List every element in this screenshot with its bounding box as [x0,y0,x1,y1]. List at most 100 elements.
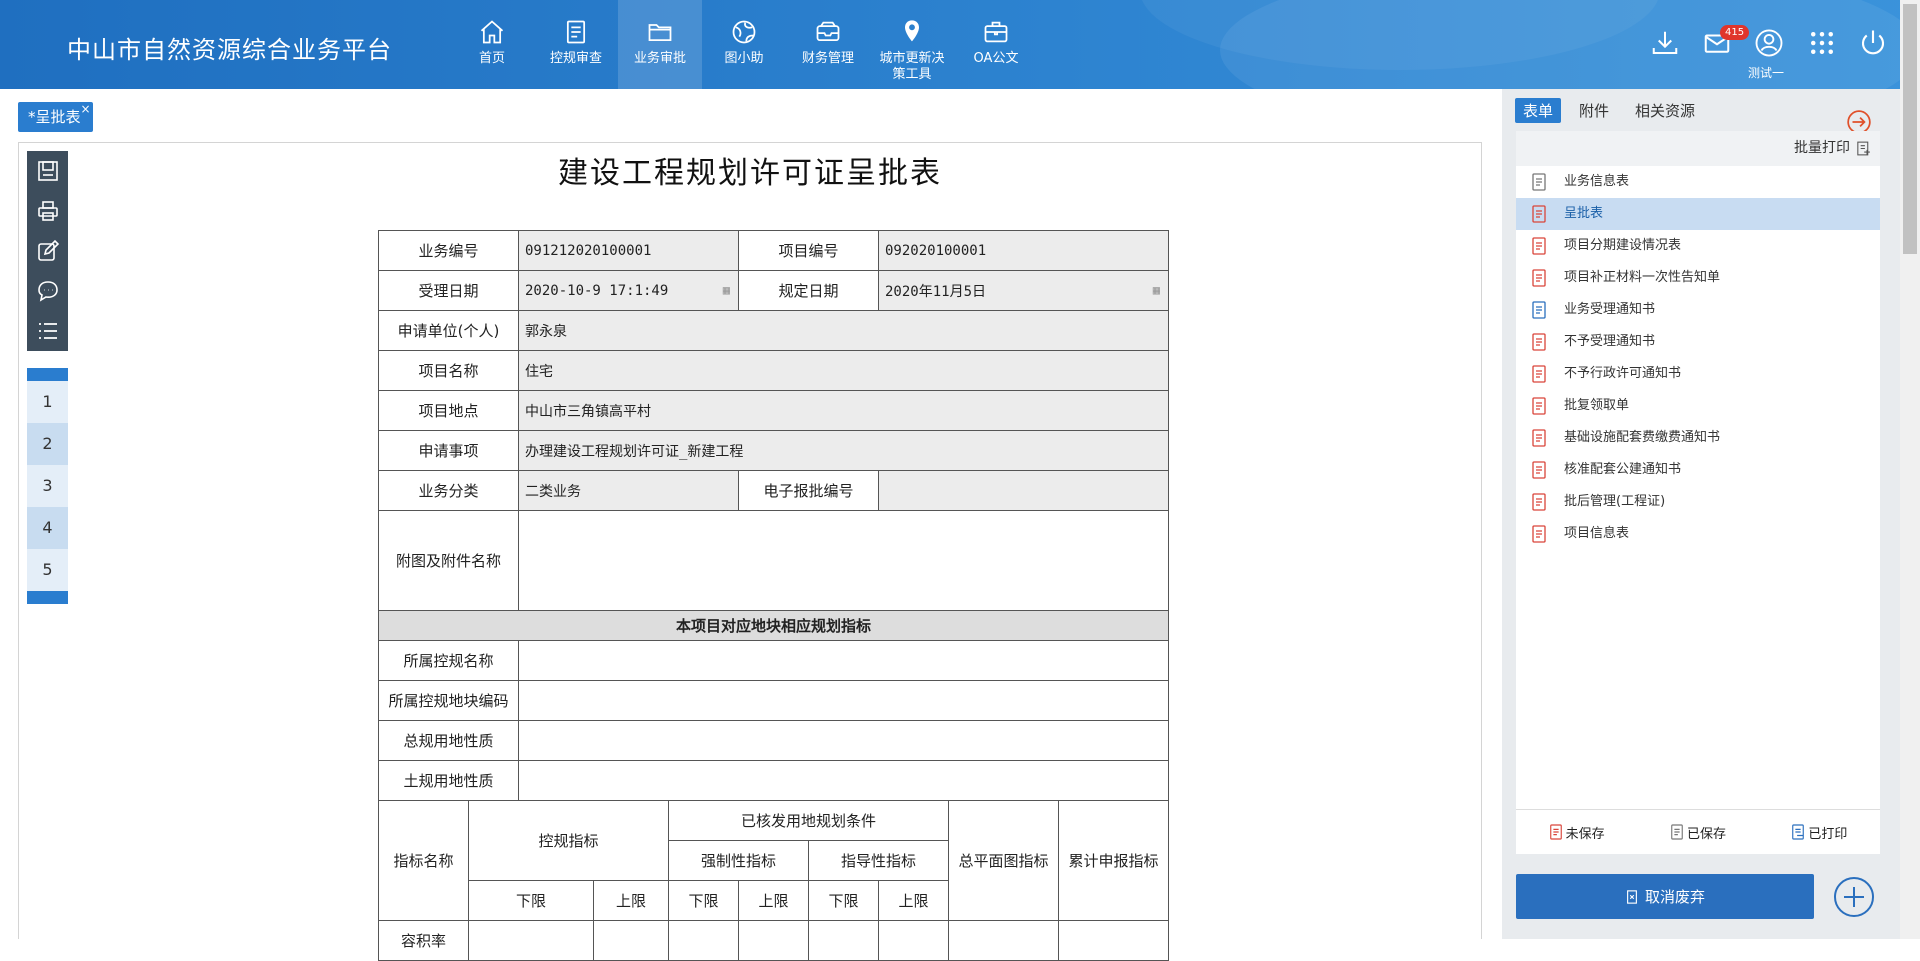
apps-button[interactable] [1807,28,1837,62]
unsaved-doc-icon [1532,397,1546,415]
unsaved-doc-icon [1532,269,1546,287]
top-header: 中山市自然资源综合业务平台 首页 控规审查 业务审批 图小助 财务管理 城市更新… [0,0,1920,89]
page-nav-bottom-bar [27,591,68,604]
cancel-discard-button[interactable]: 取消废弃 [1516,874,1814,919]
unsaved-doc-icon [1532,525,1546,543]
guidance-upper-header: 上限 [878,880,949,921]
form-list-item[interactable]: 业务信息表 [1516,166,1880,198]
form-list-item-label: 业务受理通知书 [1564,302,1656,317]
matter-field[interactable]: 办理建设工程规划许可证_新建工程 [518,430,1169,471]
form-list-item[interactable]: 项目补正材料一次性告知单 [1516,262,1880,294]
ctrl-plan-name-field[interactable] [518,640,1169,681]
form-list-item[interactable]: 呈批表 [1516,198,1880,230]
form-items: 业务信息表呈批表项目分期建设情况表项目补正材料一次性告知单业务受理通知书不予受理… [1516,166,1880,550]
business-no-field[interactable]: 091212020100001 [518,230,739,271]
form-list-item[interactable]: 基础设施配套费缴费通知书 [1516,422,1880,454]
far-ctrl-lower[interactable] [468,920,594,961]
nav-finance[interactable]: 财务管理 [786,0,870,89]
scrollbar-thumb[interactable] [1903,4,1917,254]
nav-label: 城市更新决 [879,51,945,66]
user-name: 测试一 [1748,66,1785,80]
nav-plan-review[interactable]: 控规审查 [534,0,618,89]
master-land-field[interactable] [518,720,1169,761]
nav-label: 图小助 [724,51,764,66]
page-number-4[interactable]: 4 [27,507,68,549]
due-date-field[interactable]: 2020年11月5日 [878,270,1169,311]
approval-form-table: 业务编号 091212020100001 项目编号 092020100001 受… [378,230,1169,961]
cancel-discard-label: 取消废弃 [1644,888,1705,906]
page-number-2[interactable]: 2 [27,423,68,465]
legend-printed-label: 已打印 [1808,826,1848,842]
form-list-item[interactable]: 业务受理通知书 [1516,294,1880,326]
page-number-5[interactable]: 5 [27,549,68,591]
master-land-label: 总规用地性质 [378,720,519,761]
nav-urban-renewal[interactable]: 城市更新决 策工具 [870,0,954,89]
form-list-item-label: 不予行政许可通知书 [1564,366,1682,381]
list-button[interactable] [27,311,68,351]
project-name-field[interactable]: 住宅 [518,350,1169,391]
form-list-item-label: 业务信息表 [1564,174,1630,189]
printer-icon [37,201,58,221]
comment-button[interactable] [27,271,68,311]
batch-print-button[interactable]: 批量打印 [1516,131,1880,166]
accept-date-field[interactable]: 2020-10-9 17:1:49 [518,270,739,311]
form-list-item[interactable]: 不予行政许可通知书 [1516,358,1880,390]
page-scrollbar[interactable] [1900,0,1920,939]
far-label: 容积率 [378,920,469,961]
far-site-plan[interactable] [948,920,1059,961]
far-guidance-lower[interactable] [808,920,879,961]
briefcase-icon [984,21,1008,43]
form-list-item[interactable]: 核准配套公建通知书 [1516,454,1880,486]
far-mandatory-lower[interactable] [668,920,739,961]
tab-close-icon[interactable]: × [80,94,90,124]
page-number-1[interactable]: 1 [27,381,68,423]
land-use-field[interactable] [518,760,1169,801]
form-list-item[interactable]: 项目信息表 [1516,518,1880,550]
nav-oa[interactable]: OA公文 [954,0,1038,89]
cancel-doc-icon [1627,889,1637,904]
ctrl-plot-code-label: 所属控规地块编码 [378,680,519,721]
far-cumulative[interactable] [1058,920,1169,961]
guidance-lower-header: 下限 [808,880,879,921]
applicant-label: 申请单位(个人) [378,310,519,351]
download-button[interactable] [1650,28,1680,62]
attachments-field[interactable] [518,510,1169,611]
logout-button[interactable] [1858,28,1888,62]
tab-related-resources[interactable]: 相关资源 [1627,98,1703,123]
legend-saved: 已保存 [1670,823,1726,842]
home-icon [480,20,504,44]
nav-business-approval[interactable]: 业务审批 [618,0,702,89]
far-mandatory-upper[interactable] [738,920,809,961]
status-legend: 未保存 已保存 已打印 [1516,809,1880,854]
legend-printed: 已打印 [1791,823,1847,842]
project-no-field[interactable]: 092020100001 [878,230,1169,271]
form-list-item-label: 项目分期建设情况表 [1564,238,1682,253]
tab-attachments[interactable]: 附件 [1571,98,1617,123]
user-icon [1755,29,1783,57]
add-circle-icon[interactable] [1833,876,1875,918]
unsaved-doc-icon [1532,237,1546,255]
category-field[interactable]: 二类业务 [518,470,739,511]
ctrl-lower-header: 下限 [468,880,594,921]
far-guidance-upper[interactable] [878,920,949,961]
e-no-field[interactable] [878,470,1169,511]
applicant-field[interactable]: 郭永泉 [518,310,1169,351]
page-number-3[interactable]: 3 [27,465,68,507]
tab-approval-form[interactable]: *呈批表 × [18,102,93,132]
location-field[interactable]: 中山市三角镇高平村 [518,390,1169,431]
nav-label: 首页 [478,51,505,66]
tab-forms[interactable]: 表单 [1515,98,1562,123]
user-button[interactable] [1754,28,1784,62]
edit-button[interactable] [27,231,68,271]
ctrl-plot-code-field[interactable] [518,680,1169,721]
form-list-item-label: 批复领取单 [1564,398,1630,413]
nav-home[interactable]: 首页 [450,0,534,89]
print-button[interactable] [27,191,68,231]
form-list-item[interactable]: 批后管理(工程证) [1516,486,1880,518]
page-nav-top-bar [27,368,68,381]
far-ctrl-upper[interactable] [593,920,669,961]
form-list-item[interactable]: 批复领取单 [1516,390,1880,422]
form-list-item[interactable]: 项目分期建设情况表 [1516,230,1880,262]
form-list-item[interactable]: 不予受理通知书 [1516,326,1880,358]
nav-map-helper[interactable]: 图小助 [702,0,786,89]
